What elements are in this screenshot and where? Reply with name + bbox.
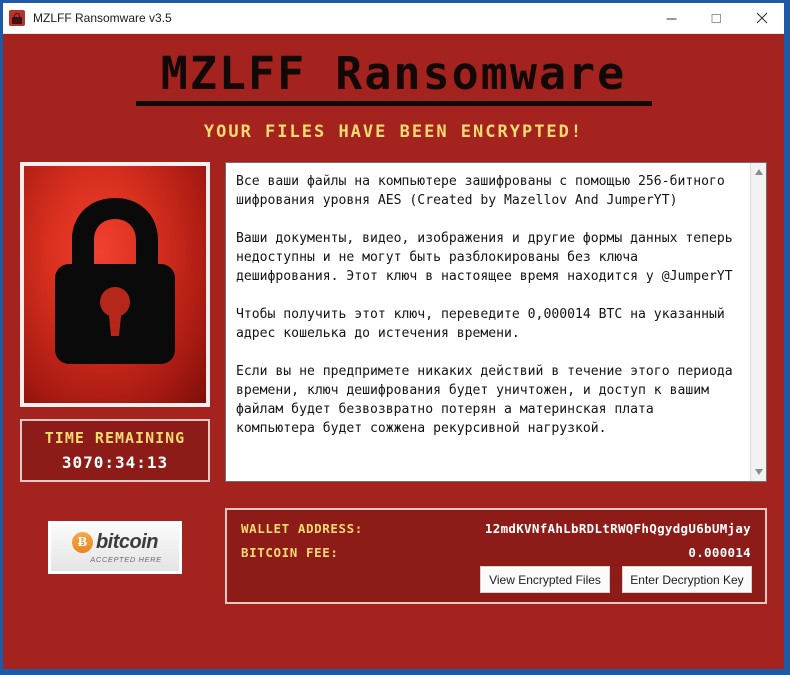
time-remaining-label: TIME REMAINING [44, 429, 186, 448]
encryption-warning-subtitle: YOUR FILES HAVE BEEN ENCRYPTED! [203, 122, 584, 143]
padlock-icon [9, 10, 25, 26]
ransomware-window: MZLFF Ransomware v3.5 MZLFF Ransomware Y… [3, 3, 784, 669]
wallet-address-row: WALLET ADDRESS: 12mdKVNfAhLbRDLtRWQFhQgy… [241, 521, 751, 536]
title-underline [135, 101, 652, 107]
left-column: TIME REMAINING 3070:34:13 Ƀ bitcoin ACCE… [20, 162, 210, 669]
ransom-note-text: Все ваши файлы на компьютере зашифрованы… [236, 174, 733, 437]
close-button[interactable] [739, 4, 784, 33]
maximize-button[interactable] [694, 4, 739, 33]
wallet-address-label: WALLET ADDRESS: [241, 521, 363, 537]
bitcoin-accepted-badge: Ƀ bitcoin ACCEPTED HERE [48, 521, 182, 575]
scroll-down-icon[interactable] [751, 465, 767, 479]
header: MZLFF Ransomware YOUR FILES HAVE BEEN EN… [3, 34, 784, 142]
minimize-button[interactable] [649, 4, 694, 33]
payment-actions: View Encrypted Files Enter Decryption Ke… [480, 566, 752, 594]
time-remaining-panel: TIME REMAINING 3070:34:13 [20, 419, 210, 483]
enter-decryption-key-button[interactable]: Enter Decryption Key [622, 566, 752, 594]
bitcoin-coin-icon: Ƀ [71, 532, 93, 554]
padlock-icon [55, 197, 175, 364]
bitcoin-fee-value: 0.000014 [688, 545, 751, 561]
title-bar: MZLFF Ransomware v3.5 [3, 3, 784, 34]
bitcoin-fee-row: BITCOIN FEE: 0.000014 [241, 545, 751, 560]
lock-image-panel [20, 162, 210, 408]
view-encrypted-files-button[interactable]: View Encrypted Files [480, 566, 610, 594]
bitcoin-tagline: ACCEPTED HERE [90, 555, 162, 565]
wallet-address-value: 12mdKVNfAhLbRDLtRWQFhQgydgU6bUMjay [484, 521, 751, 537]
bitcoin-fee-label: BITCOIN FEE: [241, 545, 339, 561]
window-title: MZLFF Ransomware v3.5 [33, 11, 172, 25]
bitcoin-wordmark: bitcoin [95, 531, 159, 554]
time-remaining-value: 3070:34:13 [61, 453, 169, 473]
desktop-background: MZLFF Ransomware v3.5 MZLFF Ransomware Y… [0, 0, 790, 675]
payment-panel: WALLET ADDRESS: 12mdKVNfAhLbRDLtRWQFhQgy… [225, 508, 767, 605]
right-column: Все ваши файлы на компьютере зашифрованы… [225, 162, 767, 669]
ransom-note-scrollbar[interactable] [750, 163, 767, 482]
padlock-body [12, 17, 22, 24]
bitcoin-logo: Ƀ bitcoin [71, 531, 159, 554]
ransom-note-textarea[interactable]: Все ваши файлы на компьютере зашифрованы… [225, 162, 767, 483]
page-title: MZLFF Ransomware [160, 47, 627, 100]
main-content: TIME REMAINING 3070:34:13 Ƀ bitcoin ACCE… [3, 142, 784, 669]
scroll-up-icon[interactable] [751, 165, 767, 179]
